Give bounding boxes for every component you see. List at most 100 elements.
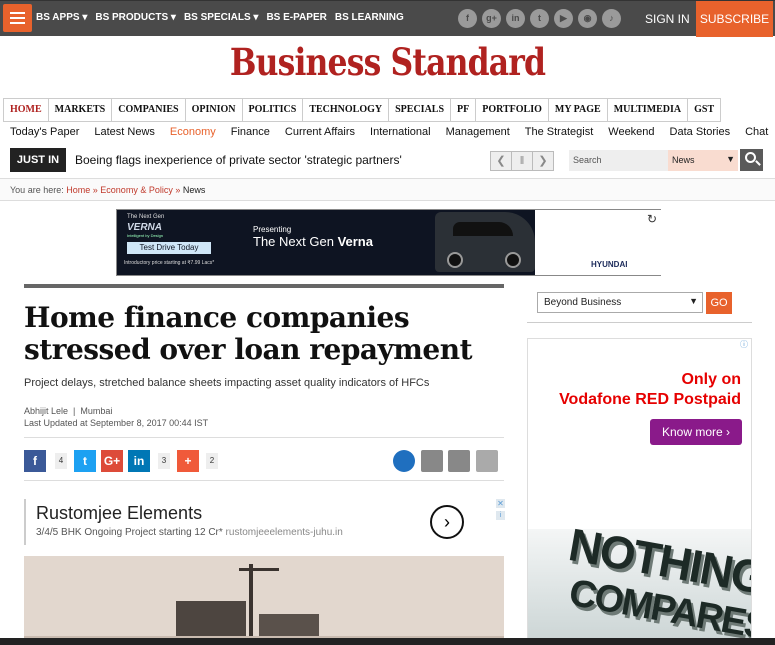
- ad-headline: The Next Gen Verna: [253, 234, 373, 249]
- breadcrumb-bar: You are here: Home » Economy & Policy » …: [0, 178, 775, 201]
- just-in-label: JUST IN: [10, 148, 66, 172]
- nav-gst[interactable]: GST: [688, 98, 722, 122]
- article-byline: Abhijit Lele | Mumbai: [24, 406, 113, 416]
- vodafone-ad[interactable]: ⓘ Only on Vodafone RED Postpaid Know mor…: [527, 338, 752, 645]
- taskbar-strip: [0, 638, 775, 645]
- breadcrumb-current: News: [182, 185, 206, 195]
- go-button[interactable]: GO: [706, 292, 732, 314]
- save-article-icon[interactable]: [476, 450, 498, 472]
- ad-nextgen-text: The Next Gen: [127, 214, 165, 220]
- subnav-management[interactable]: Management: [446, 126, 510, 138]
- hyundai-verna-ad[interactable]: The Next Gen VERNA Intelligent by Design…: [116, 209, 662, 276]
- subnav-weekend[interactable]: Weekend: [608, 126, 654, 138]
- translate-globe-icon[interactable]: [393, 450, 415, 472]
- ad-verna-logo: VERNA: [127, 222, 163, 233]
- breadcrumb-prefix: You are here:: [10, 185, 64, 195]
- ticker-controls: ❮ ‖ ❯: [490, 151, 554, 171]
- ad-info-icon[interactable]: ⓘ: [740, 339, 749, 349]
- youtube-icon[interactable]: ▶: [554, 9, 573, 28]
- subscribe-button[interactable]: SUBSCRIBE: [696, 1, 773, 37]
- nav-my-page[interactable]: MY PAGE: [548, 98, 608, 122]
- main-nav: HOME MARKETS COMPANIES OPINION POLITICS …: [3, 98, 722, 122]
- rustomjee-ad[interactable]: Rustomjee Elements 3/4/5 BHK Ongoing Pro…: [24, 499, 505, 545]
- rss-icon[interactable]: ◉: [578, 9, 597, 28]
- share-google-plus-icon[interactable]: G+: [101, 450, 123, 472]
- car-image: [435, 212, 535, 272]
- share-count-more: 2: [206, 453, 218, 469]
- top-link-bs-specials[interactable]: BS SPECIALS ▾: [184, 12, 259, 23]
- nav-companies[interactable]: COMPANIES: [112, 98, 186, 122]
- share-linkedin-icon[interactable]: in: [128, 450, 150, 472]
- subnav-economy[interactable]: Economy: [170, 126, 216, 138]
- chevron-down-icon: ▼: [689, 296, 698, 306]
- article-updated: Last Updated at September 8, 2017 00:44 …: [24, 418, 209, 428]
- top-link-bs-learning[interactable]: BS LEARNING: [335, 12, 404, 23]
- share-twitter-icon[interactable]: t: [74, 450, 96, 472]
- search-button[interactable]: [740, 149, 763, 171]
- social-icons: f g+ in t ▶ ◉ ♪: [458, 9, 621, 28]
- nav-opinion[interactable]: OPINION: [185, 98, 243, 122]
- ad-price-text: Introductory price starting at ₹7.99 Lac…: [124, 260, 215, 266]
- nav-markets[interactable]: MARKETS: [48, 98, 113, 122]
- ad-test-drive-button[interactable]: Test Drive Today: [127, 242, 211, 254]
- share-count-linkedin: 3: [158, 453, 170, 469]
- subnav-international[interactable]: International: [370, 126, 431, 138]
- author-link[interactable]: Abhijit Lele: [24, 406, 68, 416]
- article-photo: [24, 556, 504, 645]
- ticker-prev-button[interactable]: ❮: [490, 151, 512, 171]
- subnav-chat[interactable]: Chat: [745, 126, 768, 138]
- know-more-button[interactable]: Know more ›: [650, 419, 742, 445]
- search-category-select[interactable]: News ▼: [668, 150, 738, 171]
- sign-in-link[interactable]: SIGN IN: [645, 12, 690, 26]
- ticker-next-button[interactable]: ❯: [532, 151, 554, 171]
- nav-technology[interactable]: TECHNOLOGY: [303, 98, 390, 122]
- nav-home[interactable]: HOME: [3, 98, 49, 122]
- search-input[interactable]: Search: [569, 150, 668, 171]
- nav-multimedia[interactable]: MULTIMEDIA: [607, 98, 689, 122]
- top-link-bs-apps[interactable]: BS APPS ▾: [36, 12, 87, 23]
- refresh-icon[interactable]: ↻: [647, 212, 657, 226]
- sub-nav: Today's Paper Latest News Economy Financ…: [10, 126, 768, 138]
- site-logo[interactable]: Business Standard: [58, 40, 717, 84]
- subnav-finance[interactable]: Finance: [231, 126, 270, 138]
- article-location: Mumbai: [80, 406, 113, 416]
- notification-bell-icon[interactable]: ♪: [602, 9, 621, 28]
- menu-icon[interactable]: [3, 4, 32, 32]
- share-facebook-icon[interactable]: f: [24, 450, 46, 472]
- breadcrumb-separator: »: [175, 185, 181, 195]
- article-headline: Home finance companies stressed over loa…: [24, 301, 473, 366]
- chevron-right-icon[interactable]: ›: [430, 505, 464, 539]
- share-more-icon[interactable]: +: [177, 450, 199, 472]
- ad-close-icon[interactable]: ✕: [496, 499, 505, 508]
- chevron-down-icon: ▼: [726, 154, 735, 164]
- breadcrumb-separator: »: [92, 185, 98, 195]
- nav-portfolio[interactable]: PORTFOLIO: [476, 98, 549, 122]
- twitter-icon[interactable]: t: [530, 9, 549, 28]
- breadcrumb-home[interactable]: Home: [66, 185, 90, 195]
- top-link-bs-epaper[interactable]: BS E-PAPER: [266, 12, 326, 23]
- share-count-facebook: 4: [55, 453, 67, 469]
- article-subhead: Project delays, stretched balance sheets…: [24, 377, 430, 389]
- google-plus-icon[interactable]: g+: [482, 9, 501, 28]
- subnav-latest-news[interactable]: Latest News: [94, 126, 155, 138]
- subnav-current-affairs[interactable]: Current Affairs: [285, 126, 355, 138]
- breadcrumb: You are here: Home » Economy & Policy » …: [10, 185, 205, 195]
- print-icon[interactable]: [421, 450, 443, 472]
- ad-info-icon[interactable]: i: [496, 511, 505, 520]
- ticker-headline[interactable]: Boeing flags inexperience of private sec…: [75, 153, 402, 167]
- beyond-business-select[interactable]: Beyond Business ▼: [537, 292, 703, 313]
- breadcrumb-economy-policy[interactable]: Economy & Policy: [100, 185, 173, 195]
- linkedin-icon[interactable]: in: [506, 9, 525, 28]
- email-icon[interactable]: [448, 450, 470, 472]
- top-link-bs-products[interactable]: BS PRODUCTS ▾: [95, 12, 176, 23]
- subnav-the-strategist[interactable]: The Strategist: [525, 126, 593, 138]
- ticker-pause-button[interactable]: ‖: [511, 151, 533, 171]
- ad-title: Rustomjee Elements: [36, 503, 203, 523]
- subnav-todays-paper[interactable]: Today's Paper: [10, 126, 79, 138]
- ad-line-1: Only on: [681, 371, 741, 388]
- nav-politics[interactable]: POLITICS: [242, 98, 304, 122]
- nav-specials[interactable]: SPECIALS: [389, 98, 452, 122]
- nav-pf[interactable]: PF: [451, 98, 477, 122]
- facebook-icon[interactable]: f: [458, 9, 477, 28]
- subnav-data-stories[interactable]: Data Stories: [670, 126, 731, 138]
